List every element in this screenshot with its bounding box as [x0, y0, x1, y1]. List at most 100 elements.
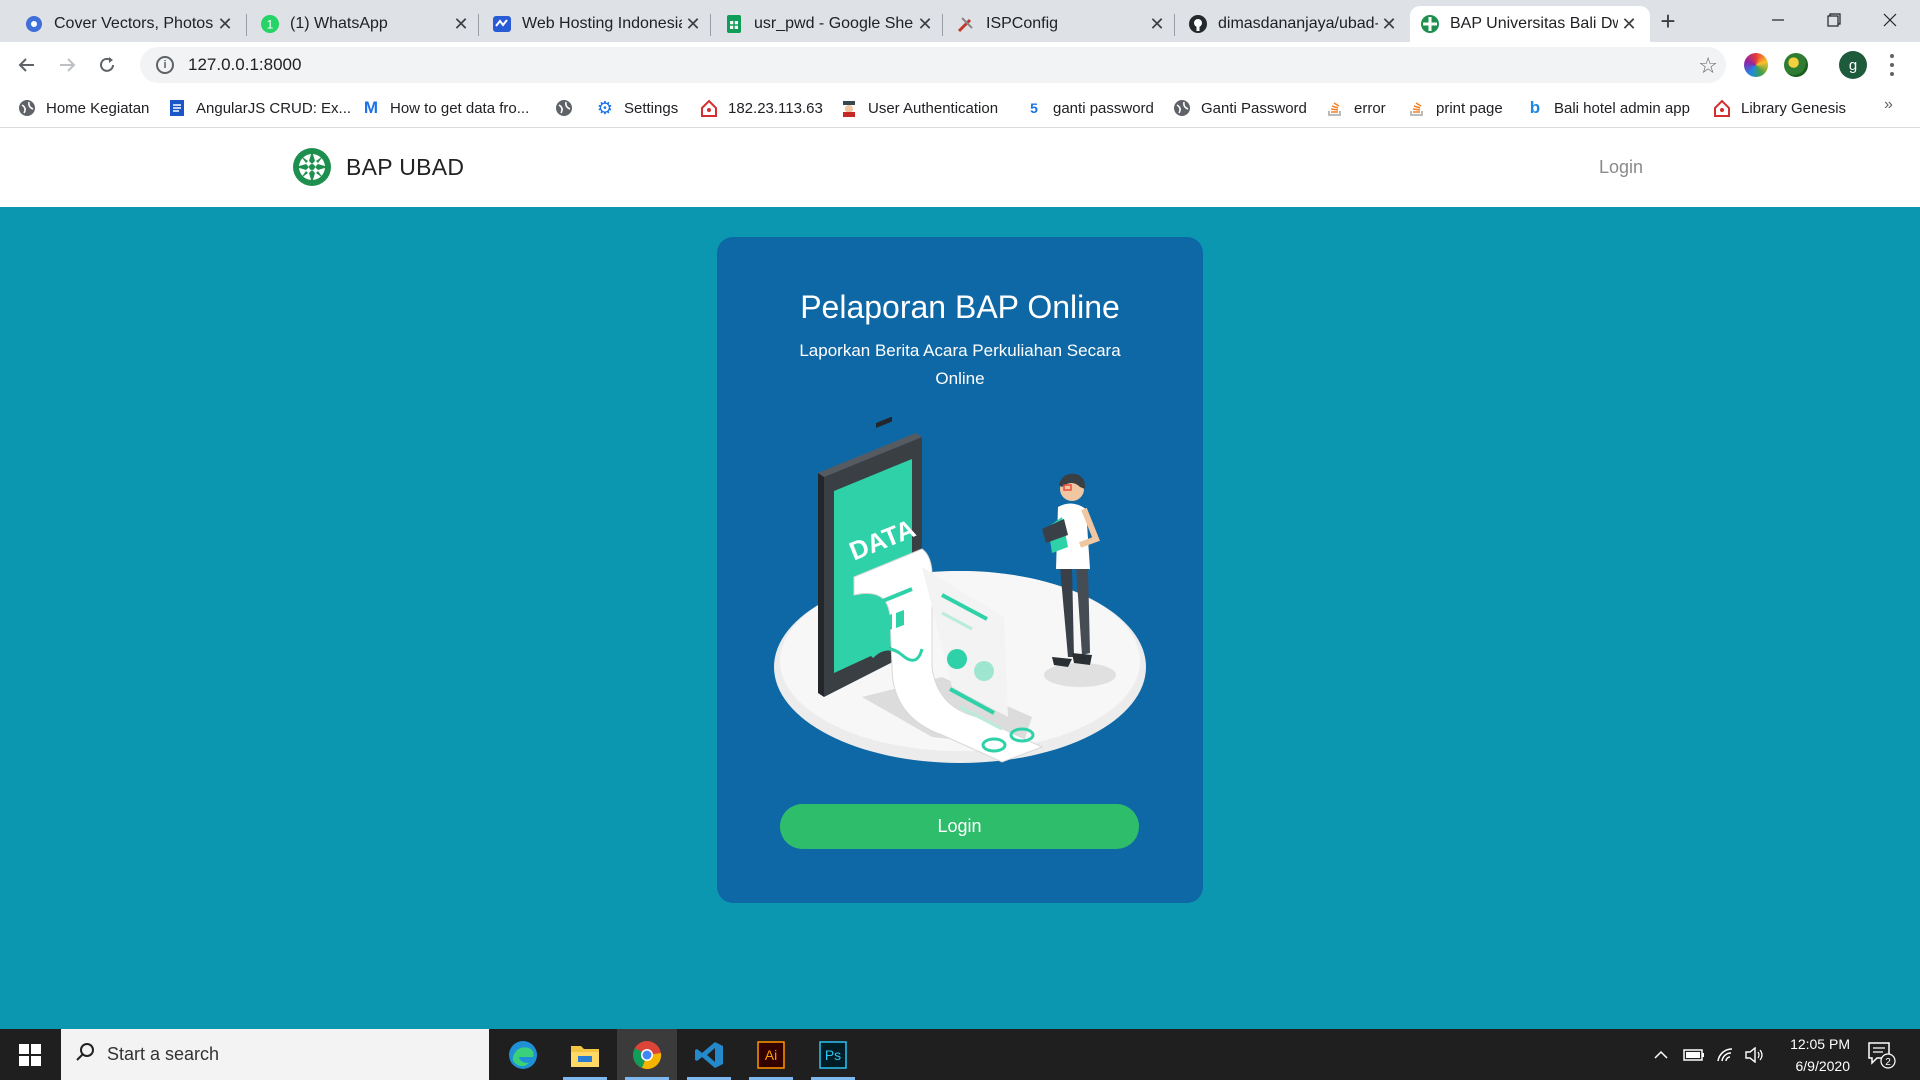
clock-date: 6/9/2020 [1795, 1058, 1851, 1074]
home-red-icon [1713, 99, 1731, 117]
bookmark-label: Ganti Password [1201, 99, 1307, 117]
close-icon[interactable]: ✕ [1618, 14, 1640, 35]
tab-separator [710, 14, 711, 36]
close-icon[interactable]: ✕ [1146, 14, 1168, 35]
tab-separator [1174, 14, 1175, 36]
address-bar[interactable]: i 127.0.0.1:8000 ☆ [140, 47, 1726, 83]
close-icon[interactable]: ✕ [450, 14, 472, 35]
ispconfig-icon [956, 14, 976, 34]
reload-icon [100, 57, 114, 72]
bookmark-label: Library Genesis [1741, 99, 1847, 117]
new-tab-button[interactable]: + [1652, 6, 1684, 38]
tab-bap-universitas[interactable]: BAP Universitas Bali Dw ✕ [1410, 6, 1650, 42]
illustrator-icon[interactable]: Ai [741, 1029, 801, 1080]
bookmark-library-genesis[interactable]: Library Genesis [1713, 96, 1846, 120]
tab-label: usr_pwd - Google Shee [754, 15, 914, 32]
arrow-left-icon [18, 58, 34, 72]
profile-avatar[interactable]: g [1839, 51, 1867, 79]
nav-login-link[interactable]: Login [1599, 157, 1643, 178]
bookmark-label: AngularJS CRUD: Ex... [196, 99, 352, 117]
chrome-icon[interactable] [617, 1029, 677, 1080]
bookmark-user-authentication[interactable]: User Authentication [840, 96, 998, 120]
windows-taskbar: Start a search Ai Ps 12:05 PM 6/9/2020 2 [0, 1029, 1920, 1080]
chevron-double-right-icon[interactable]: » [1884, 96, 1893, 114]
bookmark-settings[interactable]: ⚙ Settings [596, 96, 678, 120]
tab-separator [246, 14, 247, 36]
hosting-icon [492, 14, 512, 34]
medium-icon: M [363, 98, 379, 117]
file-explorer-icon[interactable] [555, 1029, 615, 1080]
bookmark-label: User Authentication [868, 99, 999, 117]
card-subtitle: Laporkan Berita Acara Perkuliahan Secara… [799, 341, 1121, 388]
bookmark-error[interactable]: error [1326, 96, 1386, 120]
wifi-icon[interactable] [1716, 1029, 1736, 1080]
notification-center-icon[interactable]: 2 [1866, 1039, 1896, 1069]
tab-cover-vectors[interactable]: Cover Vectors, Photos a ✕ [14, 6, 246, 42]
tab-label: Cover Vectors, Photos a [54, 15, 214, 32]
edge-icon[interactable] [493, 1029, 553, 1080]
bookmark-bali-hotel[interactable]: b Bali hotel admin app [1526, 96, 1690, 120]
star-icon[interactable]: ☆ [1698, 53, 1718, 79]
globe-icon [1173, 99, 1191, 117]
close-icon[interactable]: ✕ [1378, 14, 1400, 35]
windows-logo-icon [19, 1043, 41, 1066]
tab-google-sheets[interactable]: usr_pwd - Google Shee ✕ [714, 6, 946, 42]
bookmark-how-to-get-data[interactable]: M How to get data fro... [362, 96, 529, 120]
bing-icon: b [1529, 98, 1541, 117]
search-placeholder: Start a search [107, 1044, 220, 1064]
bookmark-angularjs-crud[interactable]: AngularJS CRUD: Ex... [168, 96, 351, 120]
photoshop-icon[interactable]: Ps [803, 1029, 863, 1080]
tab-label: BAP Universitas Bali Dw [1450, 15, 1618, 32]
globe-icon [18, 99, 36, 117]
tab-whatsapp[interactable]: 1 (1) WhatsApp ✕ [250, 6, 482, 42]
github-icon [1188, 14, 1208, 34]
google-sheets-icon [724, 14, 744, 34]
tab-separator [942, 14, 943, 36]
bookmark-ganti-password[interactable]: Ganti Password [1173, 96, 1307, 120]
bookmark-print-page[interactable]: print page [1408, 96, 1503, 120]
chevron-up-icon[interactable] [1653, 1029, 1669, 1080]
tab-github[interactable]: dimasdananjaya/ubad- ✕ [1178, 6, 1410, 42]
minimize-button[interactable] [1750, 0, 1806, 40]
spy-icon [840, 99, 858, 117]
bookmark-label: Bali hotel admin app [1554, 99, 1690, 117]
extension-icon[interactable] [1784, 53, 1808, 77]
home-red-icon [700, 99, 718, 117]
close-icon[interactable]: ✕ [914, 14, 936, 35]
restore-button[interactable] [1806, 0, 1862, 40]
back-button[interactable] [12, 50, 42, 80]
site-navbar: BAP UBAD Login [0, 128, 1920, 207]
info-icon[interactable]: i [156, 56, 174, 74]
search-icon [75, 1042, 95, 1068]
brand[interactable]: BAP UBAD [292, 147, 464, 187]
bookmark-label: error [1354, 99, 1386, 117]
tab-separator [478, 14, 479, 36]
reload-button[interactable] [92, 50, 122, 80]
bookmark-ip-address[interactable]: 182.23.113.63 [700, 96, 823, 120]
taskbar-search-input[interactable]: Start a search [61, 1029, 489, 1080]
bookmark-globe[interactable] [555, 96, 583, 120]
close-icon[interactable]: ✕ [682, 14, 704, 35]
forward-button[interactable] [52, 50, 82, 80]
number-five-icon: 5 [1030, 100, 1038, 116]
menu-icon[interactable] [1884, 52, 1900, 78]
close-window-button[interactable] [1862, 0, 1918, 40]
start-button[interactable] [0, 1029, 60, 1080]
vscode-icon[interactable] [679, 1029, 739, 1080]
stackoverflow-icon [1408, 99, 1426, 117]
card-login-button[interactable]: Login [780, 804, 1139, 849]
close-icon[interactable]: ✕ [214, 14, 236, 35]
color-picker-extension-icon[interactable] [1744, 53, 1768, 77]
url-text[interactable]: 127.0.0.1:8000 [188, 55, 301, 75]
system-clock[interactable]: 12:05 PM 6/9/2020 [1760, 1033, 1850, 1077]
stackoverflow-icon [1326, 99, 1344, 117]
bookmark-label: Settings [624, 99, 679, 117]
battery-icon[interactable] [1683, 1029, 1705, 1080]
notification-count: 2 [1885, 1057, 1891, 1068]
tab-ispconfig[interactable]: ISPConfig ✕ [946, 6, 1178, 42]
bookmark-home-kegiatan[interactable]: Home Kegiatan [18, 96, 149, 120]
bookmark-ganti-password-lower[interactable]: 5 ganti password [1025, 96, 1154, 120]
browser-toolbar: i 127.0.0.1:8000 ☆ g [0, 42, 1920, 88]
tab-web-hosting[interactable]: Web Hosting Indonesia ✕ [482, 6, 714, 42]
bookmark-label: 182.23.113.63 [728, 99, 823, 117]
